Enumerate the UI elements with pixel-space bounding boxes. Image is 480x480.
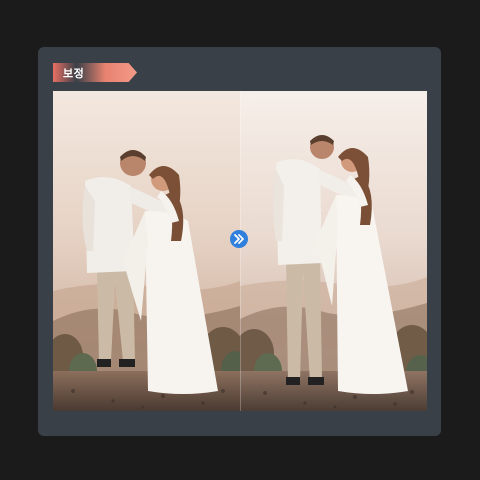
- before-after-comparison: [53, 91, 427, 411]
- correction-badge: 보정: [53, 63, 137, 82]
- correction-badge-label: 보정: [63, 66, 85, 80]
- compare-divider: [230, 230, 248, 248]
- comparison-card: 보정: [38, 47, 441, 436]
- after-photo: [240, 91, 427, 411]
- before-photo: [53, 91, 240, 411]
- double-chevron-right-icon: [234, 234, 244, 244]
